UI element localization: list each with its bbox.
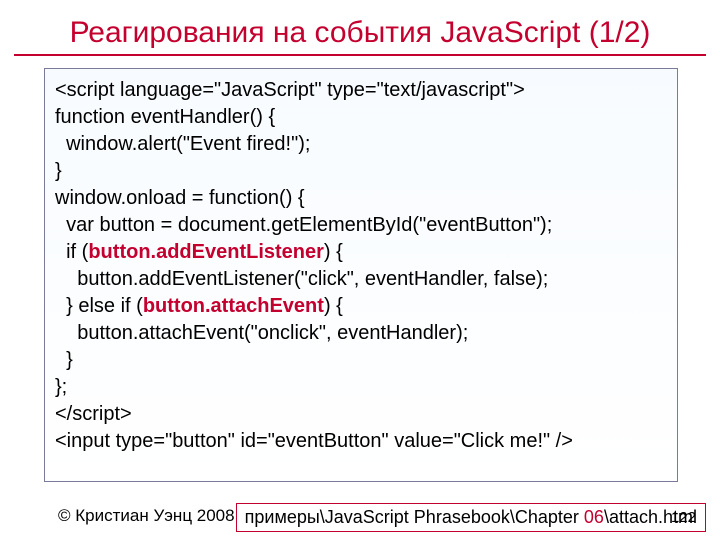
code-line: button.addEventListener("click", eventHa…	[55, 268, 548, 290]
code-line: function eventHandler() {	[55, 106, 275, 128]
code-line: }	[55, 160, 62, 182]
code-line: ) {	[324, 295, 343, 317]
code-block: <script language="JavaScript" type="text…	[44, 68, 678, 482]
copyright: © Кристиан Уэнц 2008	[58, 506, 235, 526]
code-highlight: button.addEventListener	[88, 241, 324, 263]
code-highlight: button.attachEvent	[143, 295, 324, 317]
code-line: button.attachEvent("onclick", eventHandl…	[55, 322, 468, 344]
code-line: if (	[55, 241, 88, 263]
code-line: <input type="button" id="eventButton" va…	[55, 430, 573, 452]
title-underline	[14, 54, 706, 56]
code-line: var button = document.getElementById("ev…	[55, 214, 552, 236]
code-line: window.alert("Event fired!");	[55, 133, 310, 155]
slide-title: Реагирования на события JavaScript (1/2)	[0, 16, 720, 50]
page-number: 122	[671, 509, 696, 526]
code-line: <script language="JavaScript" type="text…	[55, 79, 525, 101]
code-line: };	[55, 376, 67, 398]
code-line: } else if (	[55, 295, 143, 317]
code-line: ) {	[324, 241, 343, 263]
path-chapter: 06	[584, 507, 604, 527]
path-text: примеры\JavaScript Phrasebook\Chapter	[245, 507, 584, 527]
example-path: примеры\JavaScript Phrasebook\Chapter 06…	[236, 503, 706, 532]
code-line: </script>	[55, 403, 132, 425]
code-line: window.onload = function() {	[55, 187, 305, 209]
slide: Реагирования на события JavaScript (1/2)…	[0, 0, 720, 540]
code-line: }	[55, 349, 73, 371]
